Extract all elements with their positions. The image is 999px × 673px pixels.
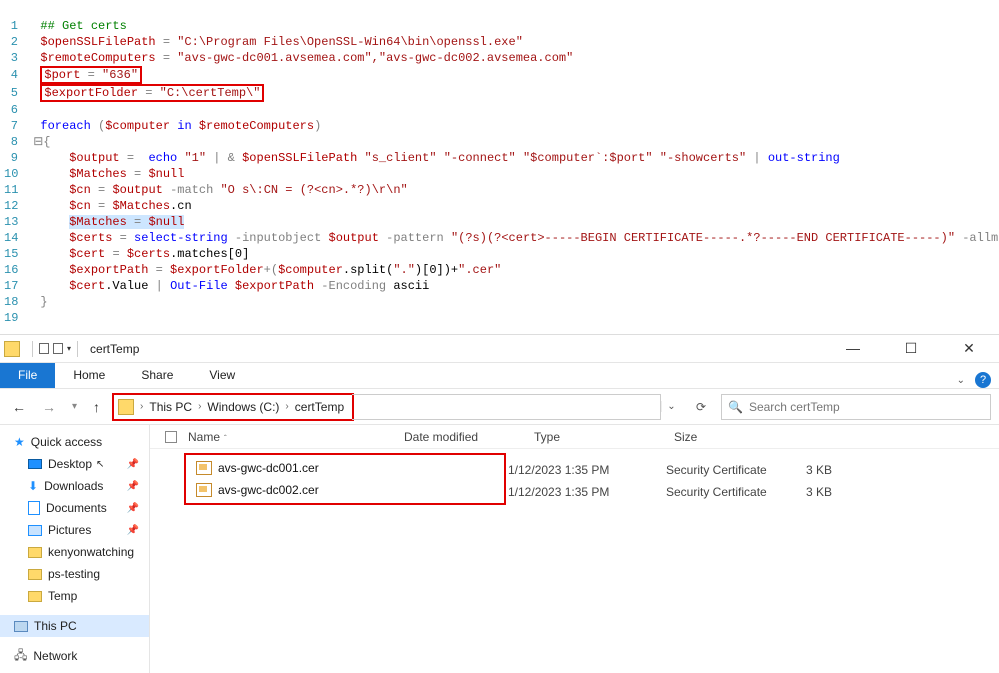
close-button[interactable]: ✕ xyxy=(951,340,987,357)
sidebar: ★Quick access Desktop↖📌 ⬇Downloads📌 Docu… xyxy=(0,425,150,673)
file-date: 1/12/2023 1:35 PM xyxy=(508,485,666,499)
sidebar-desktop[interactable]: Desktop↖📌 xyxy=(0,453,149,475)
qat-dropdown-icon[interactable] xyxy=(39,343,49,354)
code-editor: 1 ## Get certs 2 $openSSLFilePath = "C:\… xyxy=(0,0,999,334)
sidebar-folder-pstest[interactable]: ps-testing xyxy=(0,563,149,585)
window-title: certTemp xyxy=(90,342,139,356)
folder-icon xyxy=(28,591,42,602)
cert-file-icon xyxy=(196,461,212,475)
ribbon: File Home Share View ⌄ ? xyxy=(0,363,999,389)
pin-icon: 📌 xyxy=(127,481,139,492)
port-line-highlight: $port = "636" xyxy=(40,66,142,84)
cursor-icon: ↖ xyxy=(96,459,104,470)
chevron-right-icon[interactable]: › xyxy=(138,401,145,412)
sidebar-folder-kenyon[interactable]: kenyonwatching xyxy=(0,541,149,563)
nav-row: ← → ▾ ↑ › This PC › Windows (C:) › certT… xyxy=(0,389,999,425)
folder-icon xyxy=(118,399,134,415)
search-input[interactable]: 🔍 Search certTemp xyxy=(721,394,991,420)
thispc-icon xyxy=(14,621,28,632)
select-all-checkbox[interactable] xyxy=(165,431,177,443)
up-button[interactable]: ↑ xyxy=(89,399,104,415)
column-name[interactable]: Nameˆ xyxy=(184,430,404,444)
chevron-right-icon[interactable]: › xyxy=(196,401,203,412)
star-icon: ★ xyxy=(14,435,25,449)
address-dropdown-icon[interactable]: ⌄ xyxy=(661,401,681,412)
network-icon: 🖧 xyxy=(14,646,27,667)
title-bar[interactable]: ▾ certTemp — ☐ ✕ xyxy=(0,335,999,363)
sidebar-this-pc[interactable]: This PC xyxy=(0,615,149,637)
file-date: 1/12/2023 1:35 PM xyxy=(508,463,666,477)
column-headers: Nameˆ Date modified Type Size xyxy=(150,425,999,449)
selected-line: $Matches = $null xyxy=(69,215,184,229)
breadcrumb-thispc[interactable]: This PC xyxy=(145,400,196,414)
sidebar-documents[interactable]: Documents📌 xyxy=(0,497,149,519)
help-icon[interactable]: ? xyxy=(975,372,991,388)
file-row[interactable]: avs-gwc-dc001.cer xyxy=(186,457,504,479)
file-type: Security Certificate xyxy=(666,463,806,477)
file-explorer: ▾ certTemp — ☐ ✕ File Home Share View ⌄ … xyxy=(0,334,999,673)
column-size[interactable]: Size xyxy=(674,430,734,444)
home-tab[interactable]: Home xyxy=(55,363,123,388)
qat-button-icon[interactable] xyxy=(53,343,63,354)
cert-file-icon xyxy=(196,483,212,497)
sort-indicator-icon: ˆ xyxy=(224,434,227,443)
file-list-pane: Nameˆ Date modified Type Size avs-gwc-dc… xyxy=(150,425,999,673)
exportfolder-line-highlight: $exportFolder = "C:\certTemp\" xyxy=(40,84,264,102)
view-tab[interactable]: View xyxy=(191,363,253,388)
column-date[interactable]: Date modified xyxy=(404,430,534,444)
pictures-icon xyxy=(28,525,42,536)
document-icon xyxy=(28,501,40,515)
file-row[interactable]: avs-gwc-dc002.cer xyxy=(186,479,504,501)
refresh-button[interactable]: ⟳ xyxy=(689,400,713,414)
sidebar-pictures[interactable]: Pictures📌 xyxy=(0,519,149,541)
back-button[interactable]: ← xyxy=(8,399,30,415)
ribbon-expand-icon[interactable]: ⌄ xyxy=(957,375,965,386)
file-size: 3 KB xyxy=(806,485,866,499)
column-type[interactable]: Type xyxy=(534,430,674,444)
folder-icon xyxy=(28,569,42,580)
download-icon: ⬇ xyxy=(28,479,38,493)
file-size: 3 KB xyxy=(806,463,866,477)
sidebar-downloads[interactable]: ⬇Downloads📌 xyxy=(0,475,149,497)
address-bar-highlight: › This PC › Windows (C:) › certTemp xyxy=(112,393,354,421)
chevron-down-icon[interactable]: ▾ xyxy=(67,344,71,353)
files-highlight: avs-gwc-dc001.cer avs-gwc-dc002.cer xyxy=(184,453,506,505)
sidebar-network[interactable]: 🖧Network xyxy=(0,645,149,667)
search-icon: 🔍 xyxy=(728,400,743,414)
file-tab[interactable]: File xyxy=(0,363,55,388)
breadcrumb-drive[interactable]: Windows (C:) xyxy=(203,400,283,414)
share-tab[interactable]: Share xyxy=(123,363,191,388)
pin-icon: 📌 xyxy=(127,459,139,470)
desktop-icon xyxy=(28,459,42,469)
breadcrumb-folder[interactable]: certTemp xyxy=(291,400,348,414)
folder-icon xyxy=(4,341,20,357)
sidebar-folder-temp[interactable]: Temp xyxy=(0,585,149,607)
address-bar[interactable] xyxy=(352,394,661,420)
pin-icon: 📌 xyxy=(127,525,139,536)
folder-icon xyxy=(28,547,42,558)
recent-dropdown-icon[interactable]: ▾ xyxy=(68,401,81,412)
minimize-button[interactable]: — xyxy=(835,340,871,357)
pin-icon: 📌 xyxy=(127,503,139,514)
maximize-button[interactable]: ☐ xyxy=(893,340,929,357)
chevron-right-icon[interactable]: › xyxy=(283,401,290,412)
search-placeholder: Search certTemp xyxy=(749,400,840,414)
forward-button[interactable]: → xyxy=(38,399,60,415)
file-type: Security Certificate xyxy=(666,485,806,499)
sidebar-quick-access[interactable]: ★Quick access xyxy=(0,431,149,453)
